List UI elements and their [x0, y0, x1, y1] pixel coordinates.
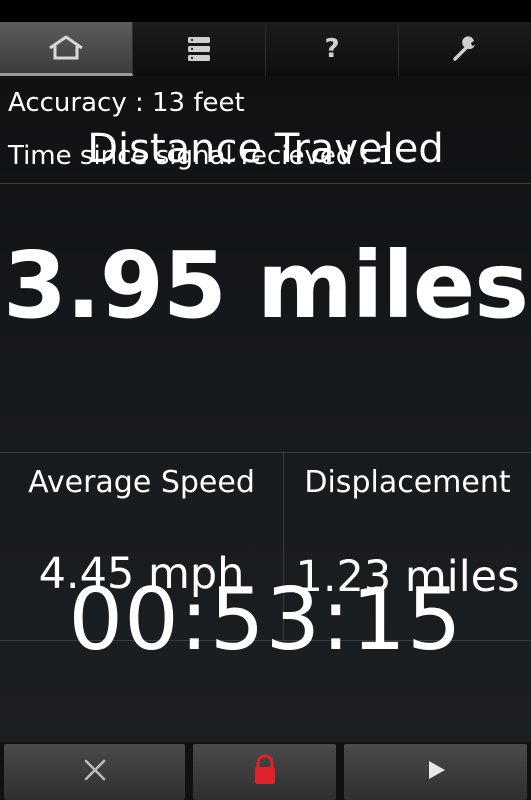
- status-bar: [0, 0, 531, 22]
- list-icon: [185, 34, 213, 64]
- distance-title: Distance Traveled: [87, 126, 444, 172]
- average-speed-title: Average Speed: [28, 465, 255, 500]
- distance-value: 3.95 miles: [2, 232, 529, 339]
- tab-help[interactable]: ?: [266, 22, 399, 76]
- control-bar: [0, 742, 531, 800]
- displacement-title: Displacement: [304, 465, 511, 500]
- home-icon: [46, 33, 86, 63]
- tab-list[interactable]: [133, 22, 266, 76]
- wrench-icon: [450, 34, 480, 64]
- accuracy-text: Accuracy : 13 feet: [8, 88, 245, 118]
- play-icon: [424, 758, 448, 786]
- lock-button[interactable]: [193, 744, 336, 800]
- close-icon: [82, 757, 108, 787]
- help-icon: ?: [324, 34, 340, 64]
- divider: [0, 452, 531, 453]
- tab-settings[interactable]: [399, 22, 531, 76]
- elapsed-timer: 00:53:15: [68, 570, 463, 670]
- start-button[interactable]: [344, 744, 527, 800]
- tab-home[interactable]: [0, 22, 133, 76]
- reset-button[interactable]: [4, 744, 185, 800]
- divider: [0, 183, 531, 184]
- tab-bar: ?: [0, 22, 531, 76]
- lock-icon: [252, 754, 278, 790]
